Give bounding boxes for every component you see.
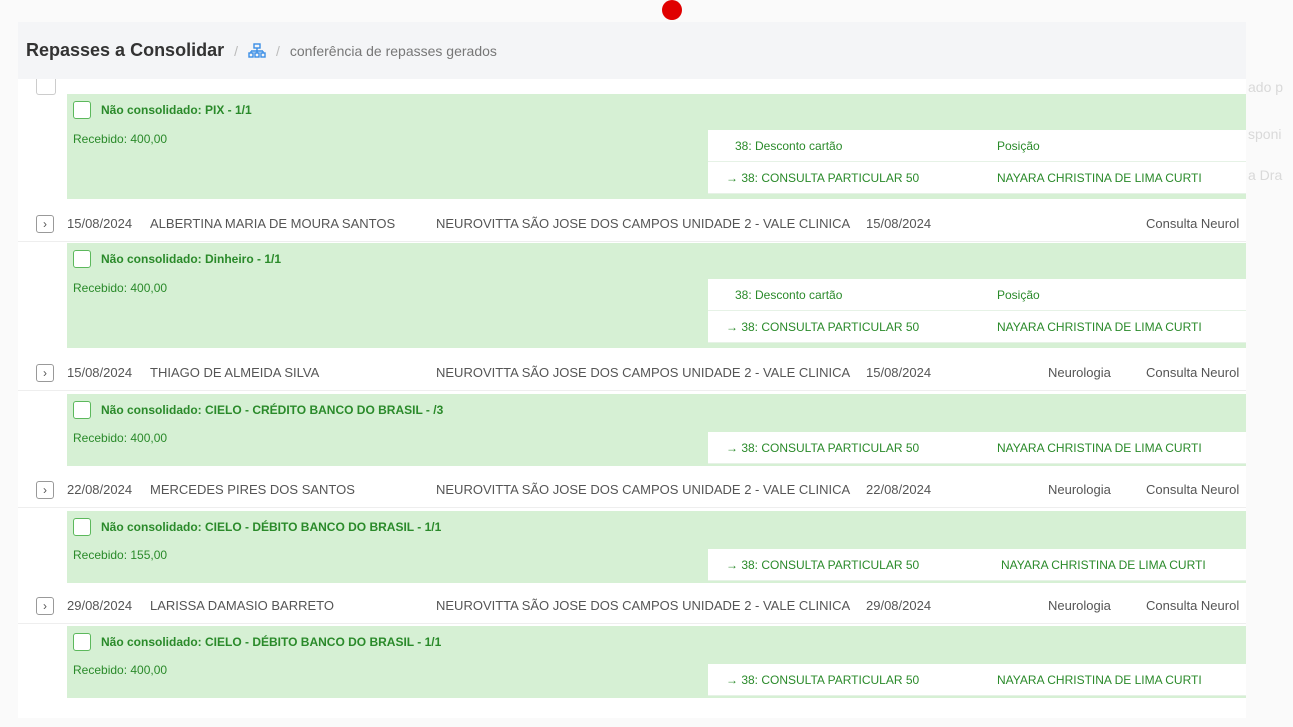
chevron-right-icon[interactable]: › <box>36 214 54 233</box>
table-row[interactable]: › 15/08/2024 THIAGO DE ALMEIDA SILVA NEU… <box>18 355 1246 391</box>
row-date: 29/08/2024 <box>67 598 133 613</box>
row-date: 15/08/2024 <box>67 216 133 231</box>
consolidation-panel: Repasses a Consolidar / / conferência de… <box>18 22 1246 718</box>
consolidate-checkbox[interactable] <box>73 633 91 651</box>
panel-row: → 38: CONSULTA PARTICULAR 50 NAYARA CHRI… <box>708 432 1246 464</box>
panel-row: → 38: CONSULTA PARTICULAR 50 NAYARA CHRI… <box>708 162 1246 194</box>
transfer-panel: 38: Desconto cartão Posição → 38: CONSUL… <box>708 130 1246 194</box>
panel-left: 38: Desconto cartão <box>735 139 843 153</box>
expand-button-partial[interactable] <box>36 79 56 95</box>
background-text: a Dra <box>1248 167 1283 183</box>
row-patient: LARISSA DAMASIO BARRETO <box>150 598 334 613</box>
background-text: ado p <box>1248 79 1284 95</box>
status-line: Não consolidado: Dinheiro - 1/1 <box>73 249 281 269</box>
row-date2: 15/08/2024 <box>866 365 932 380</box>
status-label: Não consolidado: CIELO - CRÉDITO BANCO D… <box>101 403 444 417</box>
received-amount: Recebido: 400,00 <box>73 431 168 445</box>
chevron-right-icon[interactable]: › <box>36 596 54 615</box>
panel-row: → 38: CONSULTA PARTICULAR 50 NAYARA CHRI… <box>708 664 1246 696</box>
panel-left: 38: Desconto cartão <box>735 288 843 302</box>
row-patient: THIAGO DE ALMEIDA SILVA <box>150 365 320 380</box>
panel-row: 38: Desconto cartão Posição <box>708 279 1246 311</box>
transfer-panel: → 38: CONSULTA PARTICULAR 50 NAYARA CHRI… <box>708 432 1246 464</box>
status-label: Não consolidado: Dinheiro - 1/1 <box>101 252 282 266</box>
row-date2: 22/08/2024 <box>866 482 932 497</box>
recording-indicator <box>662 0 682 20</box>
status-label: Não consolidado: CIELO - DÉBITO BANCO DO… <box>101 520 442 534</box>
row-clinic: NEUROVITTA SÃO JOSE DOS CAMPOS UNIDADE 2… <box>436 365 851 380</box>
row-patient: ALBERTINA MARIA DE MOURA SANTOS <box>150 216 396 231</box>
transfer-panel: 38: Desconto cartão Posição → 38: CONSUL… <box>708 279 1246 343</box>
received-amount: Recebido: 400,00 <box>73 281 168 295</box>
consolidate-checkbox[interactable] <box>73 250 91 268</box>
row-patient: MERCEDES PIRES DOS SANTOS <box>150 482 355 497</box>
row-date: 15/08/2024 <box>67 365 133 380</box>
row-service: Consulta Neurol <box>1146 216 1240 231</box>
transfer-panel: → 38: CONSULTA PARTICULAR 50 NAYARA CHRI… <box>708 664 1246 696</box>
row-specialty: Neurologia <box>1048 598 1111 613</box>
received-amount: Recebido: 155,00 <box>73 548 168 562</box>
panel-left: → 38: CONSULTA PARTICULAR 50 <box>726 171 920 185</box>
row-clinic: NEUROVITTA SÃO JOSE DOS CAMPOS UNIDADE 2… <box>436 482 851 497</box>
received-amount: Recebido: 400,00 <box>73 132 168 146</box>
breadcrumb-separator: / <box>234 42 238 59</box>
chevron-right-icon[interactable]: › <box>36 363 54 382</box>
row-specialty: Neurologia <box>1048 365 1111 380</box>
panel-left: → 38: CONSULTA PARTICULAR 50 <box>726 558 920 572</box>
consolidation-block: Não consolidado: CIELO - DÉBITO BANCO DO… <box>67 626 1246 698</box>
panel-right: Posição <box>997 139 1040 153</box>
status-line: Não consolidado: CIELO - DÉBITO BANCO DO… <box>73 517 441 537</box>
panel-row: → 38: CONSULTA PARTICULAR 50 NAYARA CHRI… <box>708 549 1246 581</box>
page-title: Repasses a Consolidar <box>26 40 225 60</box>
transfer-panel: → 38: CONSULTA PARTICULAR 50 NAYARA CHRI… <box>708 549 1246 581</box>
row-service: Consulta Neurol <box>1146 482 1240 497</box>
consolidation-block: Não consolidado: CIELO - DÉBITO BANCO DO… <box>67 511 1246 583</box>
background-text: sponi <box>1248 126 1282 142</box>
panel-left: → 38: CONSULTA PARTICULAR 50 <box>726 441 920 455</box>
page-header: Repasses a Consolidar / / conferência de… <box>18 22 1246 79</box>
row-date2: 15/08/2024 <box>866 216 932 231</box>
breadcrumb-current[interactable]: conferência de repasses gerados <box>290 43 497 59</box>
consolidate-checkbox[interactable] <box>73 518 91 536</box>
row-clinic: NEUROVITTA SÃO JOSE DOS CAMPOS UNIDADE 2… <box>436 598 851 613</box>
panel-right: Posição <box>997 288 1040 302</box>
consolidate-checkbox[interactable] <box>73 401 91 419</box>
panel-right: NAYARA CHRISTINA DE LIMA CURTI <box>997 320 1202 334</box>
table-row[interactable]: › 22/08/2024 MERCEDES PIRES DOS SANTOS N… <box>18 472 1246 508</box>
panel-right: NAYARA CHRISTINA DE LIMA CURTI <box>997 171 1202 185</box>
table-row[interactable]: › 15/08/2024 ALBERTINA MARIA DE MOURA SA… <box>18 206 1246 242</box>
breadcrumb-separator: / <box>275 42 280 59</box>
panel-left: → 38: CONSULTA PARTICULAR 50 <box>726 320 920 334</box>
panel-left: → 38: CONSULTA PARTICULAR 50 <box>726 673 920 687</box>
status-label: Não consolidado: CIELO - DÉBITO BANCO DO… <box>101 635 442 649</box>
panel-right: NAYARA CHRISTINA DE LIMA CURTI <box>997 441 1202 455</box>
panel-row: 38: Desconto cartão Posição <box>708 130 1246 162</box>
chevron-right-icon[interactable]: › <box>36 480 54 499</box>
row-date2: 29/08/2024 <box>866 598 932 613</box>
sitemap-home-icon[interactable] <box>248 42 266 59</box>
consolidate-checkbox[interactable] <box>73 101 91 119</box>
row-service: Consulta Neurol <box>1146 598 1240 613</box>
status-label: Não consolidado: PIX - 1/1 <box>101 103 252 117</box>
table-row[interactable]: › 29/08/2024 LARISSA DAMASIO BARRETO NEU… <box>18 588 1246 624</box>
consolidation-block: Não consolidado: Dinheiro - 1/1 Recebido… <box>67 243 1246 348</box>
status-line: Não consolidado: PIX - 1/1 <box>73 100 252 120</box>
consolidation-block: Não consolidado: PIX - 1/1 Recebido: 400… <box>67 94 1246 199</box>
row-clinic: NEUROVITTA SÃO JOSE DOS CAMPOS UNIDADE 2… <box>436 216 851 231</box>
consolidation-block: Não consolidado: CIELO - CRÉDITO BANCO D… <box>67 394 1246 466</box>
panel-right: NAYARA CHRISTINA DE LIMA CURTI <box>1001 558 1206 572</box>
row-service: Consulta Neurol <box>1146 365 1240 380</box>
panel-row: → 38: CONSULTA PARTICULAR 50 NAYARA CHRI… <box>708 311 1246 343</box>
panel-right: NAYARA CHRISTINA DE LIMA CURTI <box>997 673 1202 687</box>
status-line: Não consolidado: CIELO - CRÉDITO BANCO D… <box>73 400 443 420</box>
row-date: 22/08/2024 <box>67 482 133 497</box>
status-line: Não consolidado: CIELO - DÉBITO BANCO DO… <box>73 632 441 652</box>
row-specialty: Neurologia <box>1048 482 1111 497</box>
received-amount: Recebido: 400,00 <box>73 663 168 677</box>
